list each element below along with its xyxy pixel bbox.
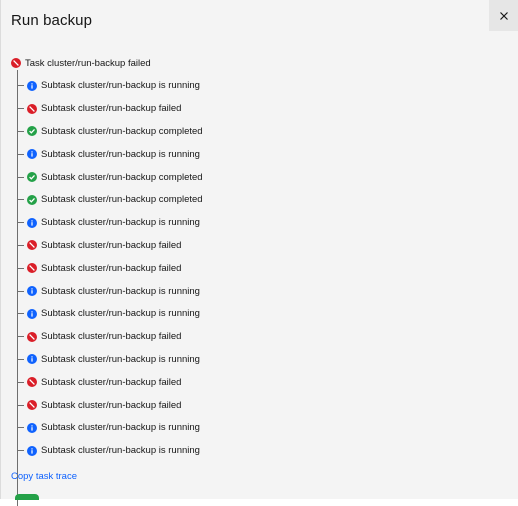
subtask-row: Subtask cluster/run-backup is running — [17, 216, 200, 230]
subtask-row: Subtask cluster/run-backup is running — [17, 444, 200, 458]
subtask-status-text: Subtask cluster/run-backup is running — [41, 445, 200, 457]
task-row: Task cluster/run-backup failed — [11, 56, 151, 70]
info-icon — [27, 445, 37, 456]
info-icon — [27, 149, 37, 160]
subtask-row: Subtask cluster/run-backup failed — [17, 238, 181, 252]
task-trace-tree: Task cluster/run-backup failed Subtask c… — [11, 56, 501, 506]
subtask-status-text: Subtask cluster/run-backup failed — [41, 399, 182, 411]
subtask-status-text: Subtask cluster/run-backup failed — [41, 262, 182, 274]
tree-branch — [17, 176, 24, 178]
info-icon — [27, 286, 37, 296]
task-status-text: Task cluster/run-backup failed — [25, 57, 151, 69]
subtask-row: Subtask cluster/run-backup is running — [17, 421, 200, 435]
subtask-row: Subtask cluster/run-backup completed — [17, 170, 203, 184]
checkmark-icon — [27, 194, 37, 205]
failed-icon — [27, 400, 37, 410]
tree-branch — [17, 404, 24, 406]
tree-branch — [17, 130, 24, 132]
subtask-status-text: Subtask cluster/run-backup completed — [41, 125, 203, 137]
subtask-row: Subtask cluster/run-backup completed — [17, 124, 203, 138]
tree-branch — [17, 336, 24, 338]
subtask-status-text: Subtask cluster/run-backup failed — [41, 331, 182, 343]
tree-branch — [17, 381, 24, 383]
info-icon — [27, 80, 37, 91]
subtask-row: Subtask cluster/run-backup failed — [17, 261, 181, 275]
failed-icon — [11, 58, 21, 68]
close-button[interactable] — [489, 0, 518, 31]
failed-icon — [27, 240, 37, 251]
subtask-status-text: Subtask cluster/run-backup completed — [41, 194, 203, 206]
footer-button[interactable] — [15, 494, 39, 500]
subtask-status-text: Subtask cluster/run-backup is running — [41, 353, 200, 365]
subtask-status-text: Subtask cluster/run-backup is running — [41, 80, 200, 92]
subtask-row: Subtask cluster/run-backup failed — [17, 375, 181, 389]
subtask-row: Subtask cluster/run-backup is running — [17, 352, 200, 366]
subtask-status-text: Subtask cluster/run-backup is running — [41, 308, 200, 320]
failed-icon — [27, 103, 37, 114]
modal-title: Run backup — [11, 12, 93, 29]
subtask-row: Subtask cluster/run-backup failed — [17, 398, 181, 412]
subtask-row: Subtask cluster/run-backup is running — [17, 307, 200, 321]
subtask-row: Subtask cluster/run-backup failed — [17, 330, 181, 344]
subtask-status-text: Subtask cluster/run-backup failed — [41, 376, 182, 388]
tree-branch — [17, 450, 24, 452]
subtask-status-text: Subtask cluster/run-backup is running — [41, 148, 200, 160]
tree-branch — [17, 244, 24, 246]
subtask-row: Subtask cluster/run-backup is running — [17, 147, 200, 161]
tree-branch — [17, 85, 24, 87]
info-icon — [27, 422, 37, 433]
info-icon — [27, 354, 37, 365]
failed-icon — [27, 331, 37, 342]
checkmark-icon — [27, 172, 37, 182]
copy-task-trace-link[interactable]: Copy task trace — [11, 471, 77, 482]
tree-branch — [17, 222, 24, 224]
tree-branch — [17, 358, 24, 360]
tree-branch — [17, 267, 24, 269]
run-backup-modal: Run backup Task cluster/run-backup faile… — [1, 0, 518, 506]
close-icon — [499, 11, 509, 21]
subtask-row: Subtask cluster/run-backup is running — [17, 284, 200, 298]
subtask-row: Subtask cluster/run-backup is running — [17, 79, 200, 93]
tree-branch — [17, 153, 24, 155]
subtask-status-text: Subtask cluster/run-backup completed — [41, 171, 203, 183]
subtask-status-text: Subtask cluster/run-backup failed — [41, 103, 182, 115]
info-icon — [27, 217, 37, 228]
subtask-status-text: Subtask cluster/run-backup is running — [41, 285, 200, 297]
subtask-row: Subtask cluster/run-backup completed — [17, 193, 203, 207]
subtask-row: Subtask cluster/run-backup failed — [17, 102, 181, 116]
tree-branch — [17, 290, 24, 292]
tree-branch — [17, 199, 24, 201]
info-icon — [27, 308, 37, 319]
tree-branch — [17, 313, 24, 315]
subtask-status-text: Subtask cluster/run-backup is running — [41, 422, 200, 434]
subtask-status-text: Subtask cluster/run-backup is running — [41, 217, 200, 229]
subtask-status-text: Subtask cluster/run-backup failed — [41, 239, 182, 251]
failed-icon — [27, 263, 37, 274]
tree-branch — [17, 427, 24, 429]
tree-branch — [17, 108, 24, 110]
checkmark-icon — [27, 126, 37, 137]
failed-icon — [27, 377, 37, 388]
